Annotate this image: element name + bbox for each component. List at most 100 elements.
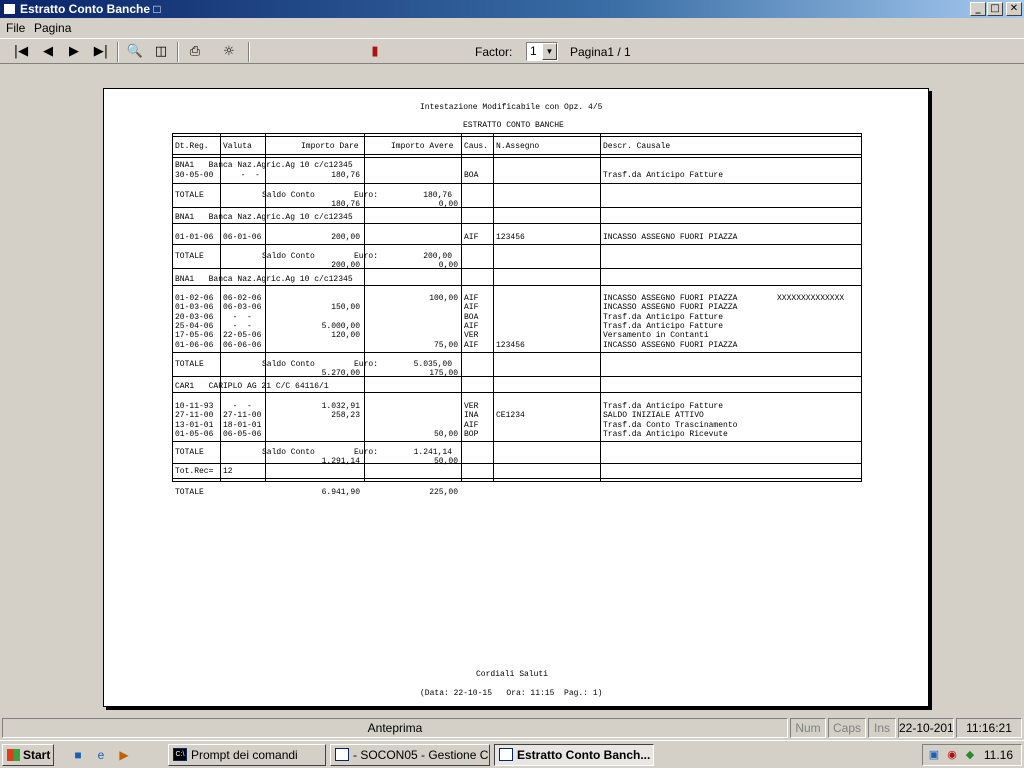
zoom-icon[interactable]: 🔍 [124, 41, 146, 63]
total-label: TOTALE [175, 252, 204, 261]
task-estratto[interactable]: Estratto Conto Banch... [494, 744, 654, 766]
row-avere: 100,00 [429, 294, 458, 303]
col-header-causale: Caus. [464, 142, 489, 151]
row-dare: 150,00 [331, 303, 360, 313]
show-desktop-icon[interactable]: ■ [70, 747, 86, 763]
maximize-button[interactable]: □ [987, 2, 1003, 16]
row-descr: Trasf.da Anticipo Fatture [603, 402, 724, 411]
status-num: Num [790, 718, 826, 738]
rule [172, 183, 861, 184]
total-label: TOTALE [175, 191, 204, 200]
row-descr: Trasf.da Anticipo Fatture [603, 171, 724, 180]
bank-name: CAR1 CARIPLO AG 21 C/C 64116/1 [175, 382, 329, 391]
start-button[interactable]: Start [2, 744, 54, 766]
print-icon[interactable]: ⎙ [184, 41, 206, 63]
rule [172, 463, 861, 464]
row-dt: 01-01-06 [175, 233, 214, 242]
col-header-descr-causale: Descr. Causale [603, 142, 671, 151]
row-dt: 25-04-06 [175, 321, 214, 331]
grand-total-avere: 225,00 [429, 488, 458, 497]
network-icon[interactable]: ▣ [927, 748, 941, 762]
status-bar: Anteprima Num Caps Ins 22-10-2015 11:16:… [0, 716, 1024, 740]
row-descr: Trasf.da Anticipo Ricevute [603, 429, 728, 439]
two-pages-icon[interactable]: ◫ [150, 41, 172, 63]
row-valuta: 27-11-00 [223, 411, 262, 421]
tot-rec-label: Tot.Rec= [175, 467, 214, 476]
row-avere: 50,00 [433, 429, 458, 439]
rule [172, 352, 861, 353]
rule [172, 478, 861, 479]
media-player-icon[interactable]: ▶ [116, 747, 132, 763]
factor-value: 1 [530, 44, 537, 58]
row-dare: 258,23 [331, 411, 360, 421]
saldo-conto-label: Saldo Conto [262, 448, 315, 457]
last-page-icon[interactable]: ▶| [90, 41, 112, 63]
first-page-icon[interactable]: |◀ [10, 41, 32, 63]
row-causale: BOA [464, 312, 479, 322]
rule [172, 376, 861, 377]
row-dt: 01-03-06 [175, 303, 214, 313]
row-dt: 30-05-00 [175, 171, 214, 180]
rule [172, 154, 861, 155]
row-assegno: CE1234 [496, 411, 525, 421]
column-rule [861, 133, 862, 482]
status-caps: Caps [828, 718, 866, 738]
total-label: TOTALE [175, 448, 204, 457]
exit-icon[interactable]: ▮ [364, 41, 386, 63]
close-button[interactable]: ✕ [1006, 2, 1022, 16]
toolbar-separator [248, 42, 250, 62]
row-dt: 10-11-93 [175, 402, 214, 411]
row-descr: Trasf.da Anticipo Fatture [603, 312, 724, 322]
security-icon[interactable]: ◉ [945, 748, 959, 762]
column-rule [220, 133, 221, 482]
row-causale: VER [464, 331, 479, 341]
row-dare: 120,00 [331, 331, 360, 341]
menu-file[interactable]: File [6, 21, 25, 35]
rule [172, 268, 861, 269]
row-dt: 01-02-06 [175, 294, 214, 303]
rule [172, 136, 861, 137]
next-page-icon[interactable]: ▶ [63, 41, 85, 63]
bank-name: BNA1 Banca Naz.Agric.Ag 10 c/c12345 [175, 275, 353, 284]
task-socon05[interactable]: - SOCON05 - Gestione C... [330, 744, 490, 766]
column-rule [172, 133, 173, 482]
col-header-dt-reg: Dt.Reg. [175, 142, 209, 151]
row-valuta: 06-03-06 [223, 303, 262, 313]
report-header: Intestazione Modificabile con Opz. 4/5 [420, 103, 603, 112]
chevron-down-icon[interactable]: ▼ [542, 43, 557, 60]
prev-page-icon[interactable]: ◀ [37, 41, 59, 63]
tray-clock: 11.16 [983, 748, 1013, 762]
saldo-conto-label: Saldo Conto [262, 360, 315, 369]
task-prompt[interactable]: C:\ Prompt dei comandi [168, 744, 326, 766]
row-causale: AIF [464, 303, 479, 313]
euro-label: Euro: [354, 360, 379, 369]
internet-explorer-icon[interactable]: e [93, 747, 109, 763]
window-icon [335, 748, 349, 761]
row-causale: BOA [464, 171, 479, 180]
minimize-button[interactable]: _ [970, 2, 986, 16]
saldo-conto-label: Saldo Conto [262, 252, 315, 261]
col-header-n-assegno: N.Assegno [496, 142, 540, 151]
total-dare: 1.291,14 [321, 457, 360, 466]
status-time: 11:16:21 [956, 718, 1022, 738]
rule [172, 392, 861, 393]
row-descr: INCASSO ASSEGNO FUORI PIAZZA [603, 303, 738, 313]
report-page: Intestazione Modificabile con Opz. 4/5 E… [103, 88, 929, 707]
task-label: - SOCON05 - Gestione C... [353, 748, 490, 762]
menu-pagina[interactable]: Pagina [34, 21, 71, 35]
rule [172, 133, 861, 134]
rule [172, 481, 861, 482]
row-dt: 17-05-06 [175, 331, 214, 341]
total-avere: 50,00 [433, 457, 458, 466]
status-mode: Anteprima [2, 718, 788, 738]
rule [172, 223, 861, 224]
row-valuta: 22-05-06 [223, 331, 262, 341]
factor-dropdown[interactable]: 1 ▼ [526, 42, 558, 61]
shield-icon[interactable]: ◆ [963, 748, 977, 762]
toolbar-separator [117, 42, 119, 62]
bank-name: BNA1 Banca Naz.Agric.Ag 10 c/c12345 [175, 161, 353, 170]
export-icon[interactable]: ☼ [218, 41, 240, 63]
status-ins: Ins [868, 718, 896, 738]
row-descr: Versamento in Contanti [603, 331, 709, 341]
euro-value: 1.241,14 [413, 448, 452, 457]
